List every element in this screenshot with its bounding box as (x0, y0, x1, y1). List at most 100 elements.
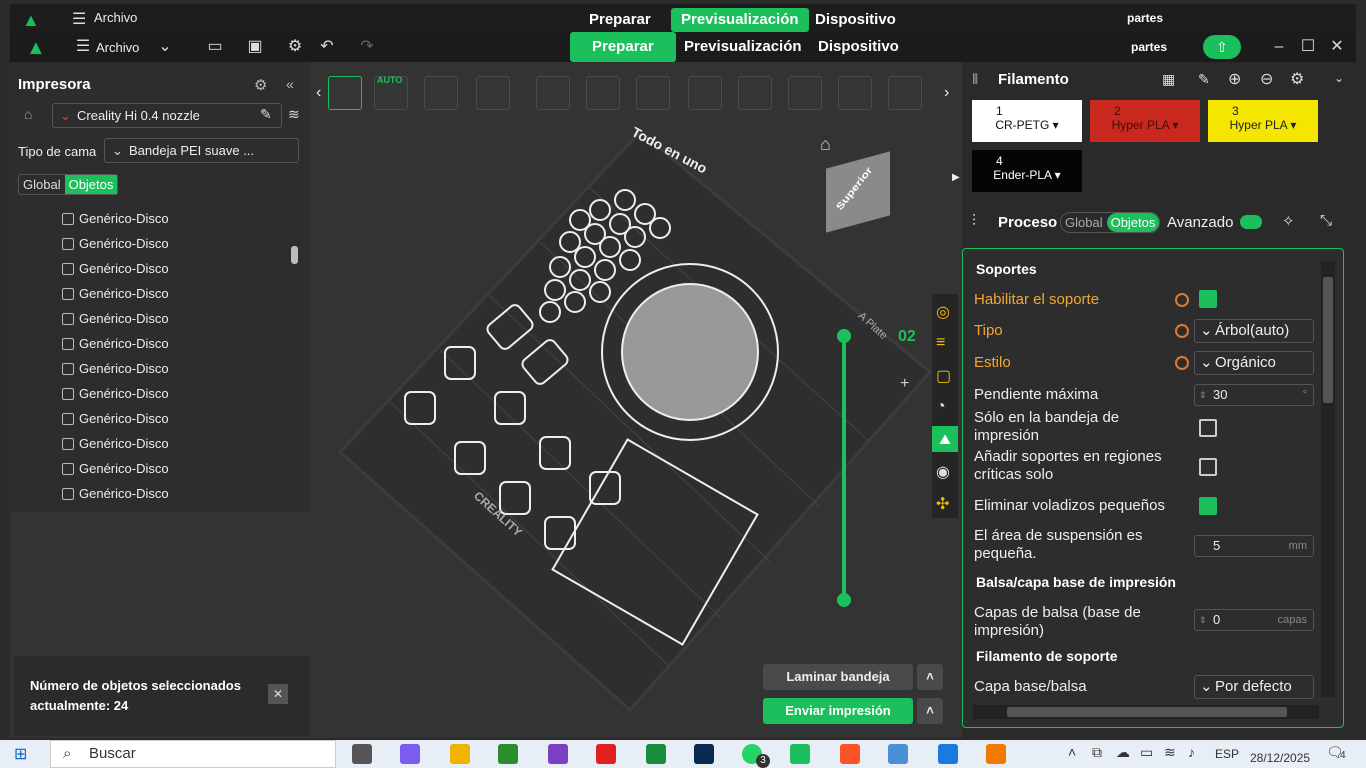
reset-icon[interactable] (1175, 356, 1189, 370)
creality-print-icon[interactable] (790, 744, 810, 764)
only-on-bed-checkbox[interactable] (1199, 419, 1217, 437)
onedrive-icon[interactable]: ☁ (1116, 744, 1130, 761)
tab-global[interactable]: Global (19, 175, 65, 194)
grid-icon[interactable] (536, 76, 570, 110)
maximize-icon[interactable]: ☐ (1299, 38, 1317, 56)
split-icon[interactable] (586, 76, 620, 110)
add-filament-icon[interactable]: ⊕ (1228, 69, 1241, 89)
base-layer-select[interactable]: ⌄ Por defecto (1194, 675, 1314, 699)
object-list-item[interactable]: Genérico-Disco (62, 206, 302, 231)
expand-right-icon[interactable]: ▶ (952, 172, 960, 183)
copilot-icon[interactable] (400, 744, 420, 764)
close-icon[interactable]: ✕ (1328, 38, 1346, 56)
cut-icon[interactable] (788, 76, 822, 110)
object-list-item[interactable]: Genérico-Disco (62, 306, 302, 331)
auto-arrange-icon[interactable]: AUTO (374, 75, 408, 110)
layer-slider-top-handle[interactable] (837, 329, 851, 343)
object-list-item[interactable]: Genérico-Disco (62, 456, 302, 481)
object-checkbox-icon[interactable] (62, 412, 74, 425)
user-name[interactable]: partes (1131, 40, 1167, 54)
collapse-icon[interactable]: « (286, 76, 294, 92)
object-list-item[interactable]: Genérico-Disco (62, 481, 302, 506)
boolean-icon[interactable] (838, 76, 872, 110)
toolbar-left-arrow-icon[interactable]: ‹ (316, 84, 321, 102)
minimize-icon[interactable]: – (1270, 38, 1288, 56)
cloud-upload-icon[interactable]: ⇧ (1203, 35, 1241, 59)
redo-icon[interactable]: ↷ (358, 38, 376, 56)
open-folder-icon[interactable]: ▭ (206, 38, 224, 56)
printer-settings-gear-icon[interactable]: ⚙ (254, 76, 267, 94)
filament-sync-icon[interactable]: ▦ (1162, 71, 1175, 88)
scale-icon[interactable] (636, 76, 670, 110)
send-print-button[interactable]: Enviar impresión (763, 698, 913, 724)
object-list-item[interactable]: Genérico-Disco (62, 406, 302, 431)
max-slope-input[interactable]: ⇕ 30 ° (1194, 384, 1314, 406)
raft-layers-input[interactable]: ⇕ 0 capas (1194, 609, 1314, 631)
battery-icon[interactable]: ▭ (1140, 744, 1153, 761)
critical-only-checkbox[interactable] (1199, 458, 1217, 476)
object-list-item[interactable]: Genérico-Disco (62, 256, 302, 281)
speed-icon[interactable]: ◔ (936, 398, 946, 416)
object-checkbox-icon[interactable] (62, 362, 74, 375)
filament-slot-4[interactable]: 4 Ender-PLA ▾ (972, 150, 1082, 192)
filament-edit-icon[interactable]: ✎ (1198, 71, 1210, 88)
task-view-icon[interactable] (352, 744, 372, 764)
object-list-item[interactable]: Genérico-Disco (62, 281, 302, 306)
remove-filament-icon[interactable]: ⊖ (1260, 69, 1273, 89)
support-style-select[interactable]: ⌄ Orgánico (1194, 351, 1314, 375)
spreadsheet-icon[interactable] (646, 744, 666, 764)
edit-pencil-icon[interactable]: ✎ (260, 106, 272, 123)
youtube-icon[interactable] (596, 744, 616, 764)
object-checkbox-icon[interactable] (62, 337, 74, 350)
erase-icon[interactable] (476, 76, 510, 110)
printer-select[interactable]: ⌄ Creality Hi 0.4 nozzle (52, 103, 282, 128)
tab-device[interactable]: Dispositivo (796, 32, 921, 62)
cube-icon[interactable] (688, 76, 722, 110)
object-checkbox-icon[interactable] (62, 387, 74, 400)
filament-slot-1[interactable]: 1 CR-PETG ▾ (972, 100, 1082, 142)
align-icon[interactable]: ≡ (936, 334, 945, 352)
visual-studio-icon[interactable] (548, 744, 568, 764)
seam-icon[interactable]: ◉ (936, 462, 950, 482)
object-list-scrollbar[interactable] (291, 246, 298, 264)
tab-prepare[interactable]: Preparar (570, 32, 676, 62)
photos-icon[interactable] (938, 744, 958, 764)
3d-viewport[interactable]: ‹ AUTO › Todo en uno CREALITY A Plate 02… (310, 62, 962, 738)
object-list-item[interactable]: Genérico-Disco (62, 381, 302, 406)
process-compare-icon[interactable]: ⤡ (1320, 212, 1332, 229)
filament-slot-2[interactable]: 2 Hyper PLA ▾ (1090, 100, 1200, 142)
zoom-plus-icon[interactable]: + (900, 375, 909, 393)
file-explorer-icon[interactable] (450, 744, 470, 764)
hamburger-icon[interactable]: ☰ (74, 38, 92, 56)
wifi-icon[interactable]: ≋ (1164, 744, 1176, 761)
object-checkbox-icon[interactable] (62, 287, 74, 300)
taskbar-search[interactable]: ⌕ Buscar (50, 740, 336, 768)
add-object-icon[interactable] (328, 76, 362, 110)
chevron-down-icon[interactable]: ⌄ (156, 38, 174, 56)
windows-start-icon[interactable]: ⊞ (14, 744, 27, 764)
settings-hscroll-thumb[interactable] (1007, 707, 1287, 717)
undo-icon[interactable]: ↶ (318, 38, 336, 56)
notification-close-icon[interactable]: ✕ (268, 684, 288, 704)
tray-chevron-up-icon[interactable]: ˄ (1068, 744, 1076, 760)
object-checkbox-icon[interactable] (62, 487, 74, 500)
store-icon[interactable] (498, 744, 518, 764)
layer-slider-bottom-handle[interactable] (837, 593, 851, 607)
file-menu[interactable]: Archivo (96, 40, 139, 55)
reset-icon[interactable] (1175, 293, 1189, 307)
tool-icon[interactable] (986, 744, 1006, 764)
object-checkbox-icon[interactable] (62, 212, 74, 225)
bounds-icon[interactable]: ▢ (936, 366, 951, 386)
paint-icon[interactable]: ◎ (936, 302, 950, 322)
bed-type-select[interactable]: ⌄ Bandeja PEI suave ... (104, 138, 299, 163)
tab-objects[interactable]: Objetos (64, 175, 118, 194)
process-tab-global[interactable]: Global (1061, 213, 1107, 232)
layout-icon[interactable] (424, 76, 458, 110)
object-list-item[interactable]: Genérico-Disco (62, 431, 302, 456)
settings-scroll-thumb[interactable] (1323, 277, 1333, 403)
variable-layer-icon[interactable]: ✣ (936, 494, 949, 514)
advanced-toggle[interactable] (1240, 215, 1262, 229)
remove-small-checkbox[interactable] (1199, 497, 1217, 515)
object-checkbox-icon[interactable] (62, 312, 74, 325)
clock-date[interactable]: 28/12/2025 (1250, 751, 1310, 765)
